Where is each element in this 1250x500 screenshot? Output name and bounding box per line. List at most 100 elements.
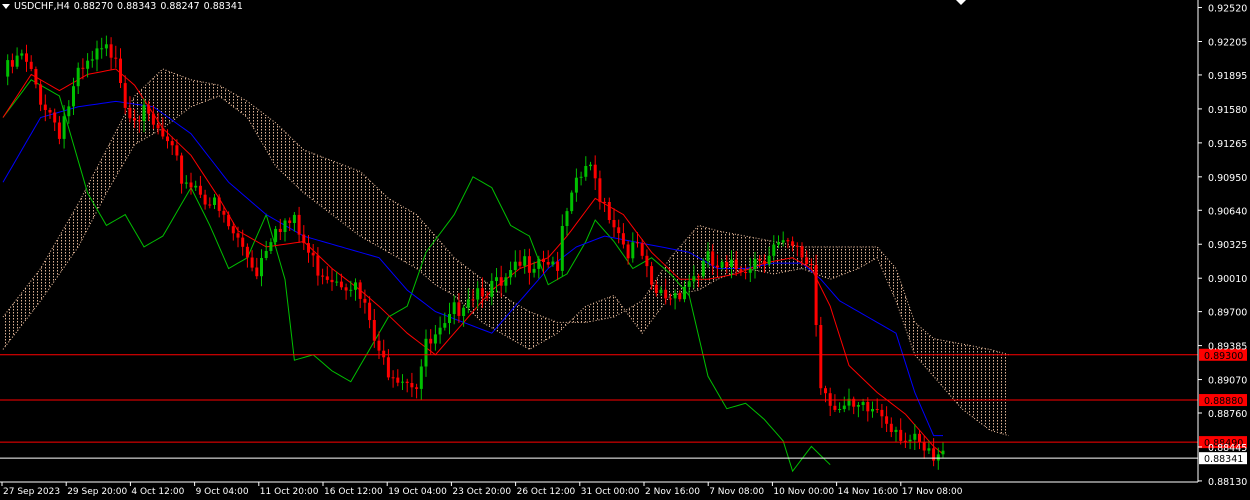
candle-body bbox=[269, 242, 273, 251]
candle-body bbox=[504, 277, 508, 286]
candle-body bbox=[104, 44, 108, 49]
candle-body bbox=[147, 104, 151, 114]
candle-body bbox=[936, 454, 940, 461]
candle-body bbox=[537, 258, 541, 269]
candle-body bbox=[927, 448, 931, 451]
candle-body bbox=[386, 357, 390, 378]
candle-body bbox=[250, 257, 254, 268]
candle-body bbox=[513, 261, 517, 270]
candle-body bbox=[429, 338, 433, 344]
candle-body bbox=[325, 276, 329, 280]
x-tick-label: 31 Oct 00:00 bbox=[581, 487, 640, 497]
candle-body bbox=[819, 325, 823, 389]
candle-body bbox=[335, 281, 339, 283]
candle-body bbox=[744, 272, 748, 273]
candle-body bbox=[828, 393, 832, 406]
candle-body bbox=[725, 262, 729, 268]
candle-body bbox=[438, 327, 442, 335]
candle-body bbox=[67, 106, 71, 117]
candle-body bbox=[194, 185, 198, 188]
y-tick-label: 0.92205 bbox=[1208, 38, 1247, 49]
candle-body bbox=[382, 350, 386, 358]
candle-body bbox=[372, 320, 376, 341]
candle-body bbox=[485, 296, 489, 298]
candle-body bbox=[805, 257, 809, 264]
candle-body bbox=[245, 246, 249, 258]
candle-body bbox=[274, 228, 278, 243]
candle-body bbox=[81, 67, 85, 69]
candle-body bbox=[706, 251, 710, 261]
scroll-marker-icon[interactable] bbox=[956, 0, 966, 5]
candle-body bbox=[894, 429, 898, 432]
candle-body bbox=[15, 55, 19, 67]
candle-body bbox=[227, 214, 231, 227]
candle-body bbox=[53, 112, 57, 123]
y-tick-label: 0.91580 bbox=[1208, 105, 1247, 116]
x-tick-label: 10 Nov 00:00 bbox=[773, 487, 834, 497]
candle-body bbox=[419, 366, 423, 389]
x-tick-label: 16 Oct 12:00 bbox=[324, 487, 383, 497]
level-label: 0.88880 bbox=[1204, 396, 1243, 407]
candle-body bbox=[842, 405, 846, 410]
y-tick-label: 0.90010 bbox=[1208, 274, 1247, 285]
candle-body bbox=[208, 204, 212, 206]
y-tick-label: 0.90950 bbox=[1208, 173, 1247, 184]
candle-body bbox=[198, 185, 202, 195]
candle-body bbox=[401, 381, 404, 383]
candle-body bbox=[584, 166, 588, 177]
candle-body bbox=[180, 155, 184, 184]
x-tick-label: 14 Nov 16:00 bbox=[838, 487, 899, 497]
candle-body bbox=[565, 211, 569, 226]
candle-body bbox=[457, 302, 461, 316]
candle-body bbox=[410, 383, 414, 388]
candle-body bbox=[795, 245, 799, 247]
candle-body bbox=[791, 241, 795, 246]
candle-body bbox=[203, 194, 207, 205]
candle-body bbox=[10, 60, 14, 67]
candle-body bbox=[123, 83, 127, 108]
horizontal-levels[interactable]: 0.893000.888800.884900.88341 bbox=[0, 348, 1247, 465]
candle-body bbox=[734, 259, 738, 270]
candle-body bbox=[260, 258, 263, 277]
candle-body bbox=[480, 288, 484, 297]
candle-body bbox=[217, 197, 221, 211]
price-chart[interactable]: 0.893000.888800.884900.88341 0.92520 0.92… bbox=[0, 0, 1250, 500]
candle-body bbox=[654, 284, 658, 293]
candle-body bbox=[231, 226, 235, 234]
candle-body bbox=[739, 269, 743, 272]
candle-body bbox=[730, 259, 733, 268]
candle-body bbox=[814, 264, 818, 325]
candle-body bbox=[90, 59, 94, 61]
candle-body bbox=[673, 293, 677, 299]
x-tick-label: 29 Sep 20:00 bbox=[67, 487, 127, 497]
candle-body bbox=[283, 220, 287, 232]
candle-body bbox=[542, 258, 545, 262]
x-tick-label: 9 Oct 04:00 bbox=[196, 487, 249, 497]
candle-body bbox=[311, 252, 315, 256]
candle-body bbox=[499, 277, 503, 286]
candle-body bbox=[758, 258, 762, 261]
candle-body bbox=[166, 136, 169, 142]
candle-body bbox=[476, 288, 480, 300]
candle-body bbox=[856, 405, 860, 407]
candle-body bbox=[471, 299, 475, 301]
candle-body bbox=[170, 141, 174, 146]
candle-body bbox=[908, 439, 912, 442]
candle-body bbox=[659, 289, 663, 293]
y-tick-label: 0.92520 bbox=[1208, 4, 1247, 15]
candle-body bbox=[128, 107, 132, 119]
candle-body bbox=[391, 377, 395, 379]
candle-body bbox=[866, 402, 870, 412]
candle-body bbox=[213, 197, 216, 205]
candle-body bbox=[579, 176, 583, 178]
candle-body bbox=[631, 242, 635, 259]
candle-body bbox=[405, 381, 409, 383]
candle-body bbox=[664, 289, 668, 299]
x-tick-label: 19 Oct 04:00 bbox=[388, 487, 447, 497]
candle-body bbox=[255, 267, 259, 277]
candle-body bbox=[640, 243, 644, 256]
x-tick-label: 26 Oct 12:00 bbox=[517, 487, 576, 497]
candle-body bbox=[452, 302, 456, 314]
candle-body bbox=[899, 429, 903, 441]
candle-body bbox=[156, 124, 160, 129]
